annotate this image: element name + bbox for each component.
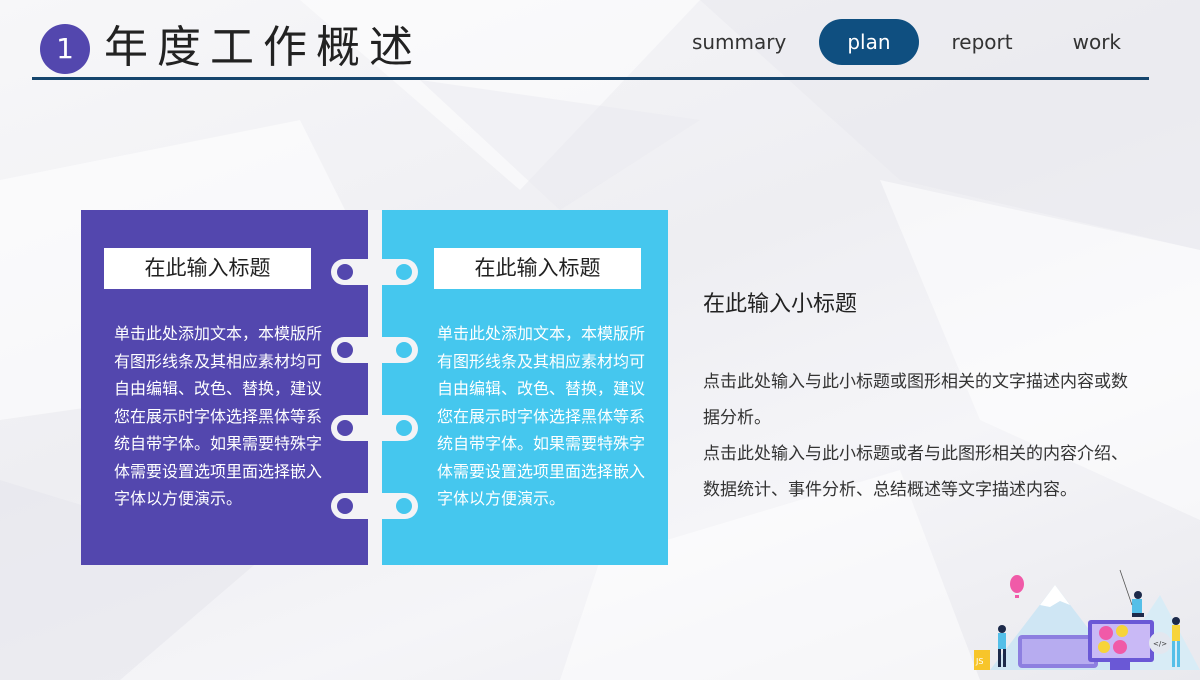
keyboard-icon [1018, 635, 1098, 668]
binder-ring [331, 337, 418, 363]
card-left: 在此输入标题 单击此处添加文本，本模版所有图形线条及其相应素材均可自由编辑、改色… [81, 210, 368, 565]
ring-hole-icon [337, 264, 353, 280]
balloon-icon [1010, 575, 1024, 598]
ring-hole-icon [337, 498, 353, 514]
card-title[interactable]: 在此输入标题 [104, 248, 311, 289]
ring-hole-icon [396, 498, 412, 514]
card-right: 在此输入标题 单击此处添加文本，本模版所有图形线条及其相应素材均可自由编辑、改色… [382, 210, 668, 565]
svg-text:JS: JS [975, 657, 983, 666]
gear-code-icon: </> [1149, 632, 1171, 654]
top-nav: summary plan report work [665, 18, 1148, 66]
card-body[interactable]: 单击此处添加文本，本模版所有图形线条及其相应素材均可自由编辑、改色、替换，建议您… [437, 320, 647, 513]
developer-illustration: JS </> [974, 569, 1200, 670]
card-body[interactable]: 单击此处添加文本，本模版所有图形线条及其相应素材均可自由编辑、改色、替换，建议您… [114, 320, 324, 513]
header-divider [32, 77, 1149, 80]
binder-ring [331, 259, 418, 285]
nav-work[interactable]: work [1046, 19, 1148, 65]
ring-hole-icon [337, 342, 353, 358]
nav-report[interactable]: report [925, 19, 1040, 65]
card-title[interactable]: 在此输入标题 [434, 248, 641, 289]
side-subtitle[interactable]: 在此输入小标题 [703, 288, 1133, 322]
ring-hole-icon [337, 420, 353, 436]
side-text-block: 在此输入小标题 点击此处输入与此小标题或图形相关的文字描述内容或数据分析。 点击… [703, 288, 1133, 508]
ring-hole-icon [396, 342, 412, 358]
section-number-badge: 1 [40, 24, 90, 74]
ring-hole-icon [396, 420, 412, 436]
fishing-rod [1119, 569, 1133, 606]
binder-ring [331, 493, 418, 519]
nav-summary[interactable]: summary [665, 19, 813, 65]
js-file-icon: JS [974, 650, 990, 670]
binder-ring [331, 415, 418, 441]
ring-hole-icon [396, 264, 412, 280]
header: 1 年度工作概述 summary plan report work [0, 0, 1200, 90]
side-paragraph[interactable]: 点击此处输入与此小标题或者与此图形相关的内容介绍、数据统计、事件分析、总结概述等… [703, 436, 1133, 508]
nav-plan[interactable]: plan [819, 19, 919, 65]
side-paragraph[interactable]: 点击此处输入与此小标题或图形相关的文字描述内容或数据分析。 [703, 364, 1133, 436]
svg-text:</>: </> [1153, 640, 1167, 648]
page-title: 年度工作概述 [104, 22, 422, 73]
